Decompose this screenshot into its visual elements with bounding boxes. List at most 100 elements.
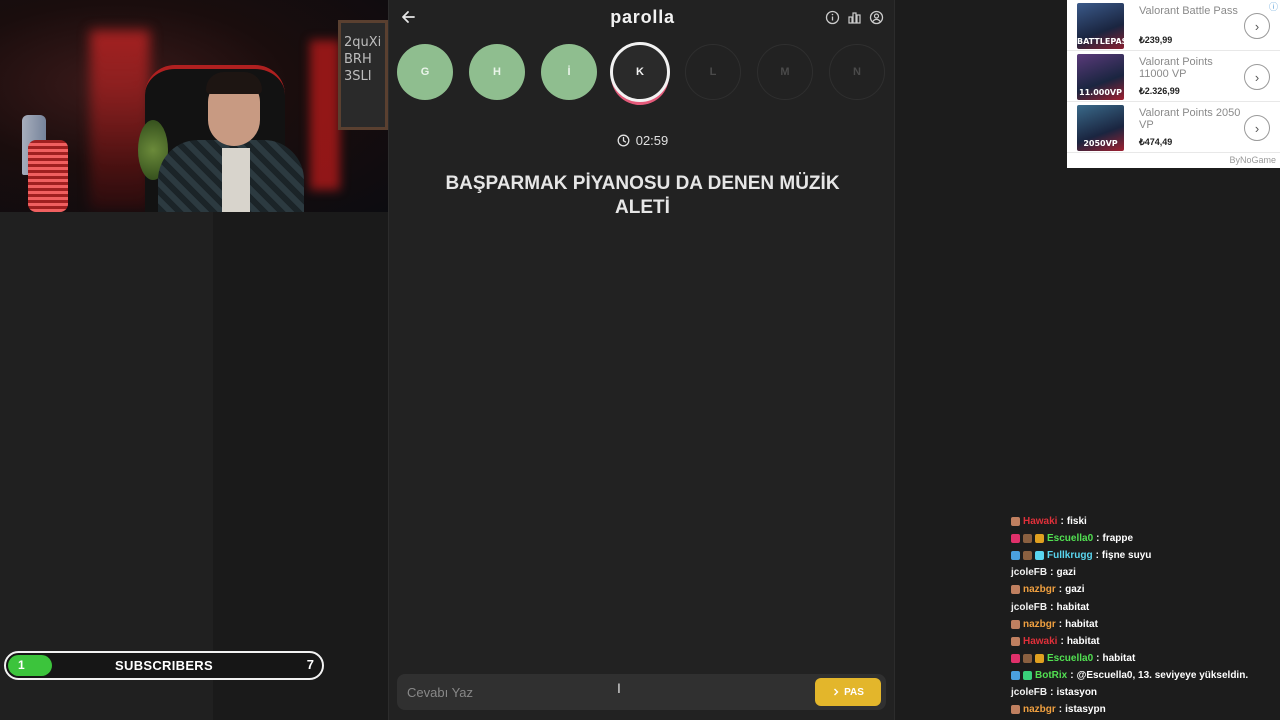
- chat-text: gazi: [1065, 584, 1085, 596]
- chat-text: frappe: [1102, 533, 1134, 545]
- chevron-right-icon[interactable]: ›: [1244, 115, 1270, 141]
- chat-separator: :: [1058, 584, 1063, 596]
- chevron-right-icon[interactable]: ›: [1244, 64, 1270, 90]
- chat-badge-icon: [1035, 551, 1044, 561]
- countdown-timer: 02:59: [389, 133, 896, 148]
- timer-value: 02:59: [635, 133, 669, 148]
- app-logo[interactable]: parolla: [389, 7, 896, 28]
- question-text: BAŞPARMAK PİYANOSU DA DENEN MÜZİK ALETİ: [445, 173, 840, 218]
- ad-thumbnail: 2050VP: [1077, 105, 1124, 151]
- chat-message: jcoleFB: istasyon: [1011, 684, 1280, 701]
- parolla-game-panel: parolla GHİKLMN 02:59 BAŞPARMAK PİYANOSU…: [388, 0, 895, 720]
- chat-badge-icon: [1011, 619, 1020, 629]
- header-actions: [825, 10, 884, 25]
- chat-badge-icon: [1011, 653, 1020, 663]
- chat-badge-icon: [1023, 534, 1032, 544]
- chat-message: nazbgr: habitat: [1011, 616, 1280, 633]
- clock-icon: [617, 134, 630, 147]
- chat-badge-icon: [1011, 585, 1020, 595]
- chat-separator: :: [1096, 652, 1100, 664]
- chat-separator: :: [1060, 635, 1064, 647]
- chat-separator: :: [1050, 567, 1054, 579]
- chat-badge-icon: [1035, 534, 1044, 544]
- chat-message: jcoleFB: gazi: [1011, 564, 1280, 581]
- ad-footer[interactable]: ByNoGame: [1229, 155, 1276, 165]
- ad-title: Valorant Points 2050 VP: [1139, 107, 1241, 131]
- letter-circle-3: K: [610, 42, 670, 102]
- chat-text: gazi: [1056, 567, 1076, 579]
- letter-circle-5: M: [757, 44, 813, 100]
- ad-thumbnail: BATTLEPASS: [1077, 3, 1124, 49]
- chat-username[interactable]: Escuella0: [1047, 653, 1093, 664]
- chat-username[interactable]: BotRix: [1035, 670, 1067, 681]
- chat-message: nazbgr: gazi: [1011, 581, 1280, 598]
- webcam-feed: 2quXi BRH 3SLI: [0, 0, 388, 212]
- ad-thumbnail-label: 11.000VP: [1079, 88, 1122, 97]
- chat-text: @Escuella0, 13. seviyeye yükseldin.: [1076, 669, 1249, 681]
- chat-text: habitat: [1056, 601, 1090, 613]
- chat-text: istasyon: [1056, 686, 1098, 698]
- chat-badge-icon: [1011, 636, 1020, 646]
- stream-screen: 2quXi BRH 3SLI 1 SUBSCRIBERS 7 parolla G…: [0, 0, 1280, 720]
- chat-separator: :: [1058, 618, 1063, 630]
- ad-title: Valorant Points 11000 VP: [1139, 56, 1213, 80]
- answer-input[interactable]: [397, 674, 807, 710]
- chat-overlay: Hawaki: fiski Escuella0: frappe Fullkrugg: fi…: [1011, 513, 1280, 718]
- chat-separator: :: [1060, 516, 1064, 528]
- ad-thumbnail-label: 2050VP: [1083, 139, 1118, 148]
- chat-badge-icon: [1023, 653, 1032, 663]
- chat-username[interactable]: Hawaki: [1023, 636, 1057, 647]
- streamer-shirt: [222, 148, 250, 212]
- answer-bar: PAS: [397, 674, 886, 710]
- chalkboard-text: 2quXi BRH 3SLI: [344, 35, 382, 84]
- chat-username[interactable]: Escuella0: [1047, 533, 1093, 544]
- chat-badge-icon: [1011, 551, 1020, 561]
- chat-text: fiski: [1066, 516, 1087, 528]
- info-icon[interactable]: [825, 10, 840, 25]
- ad-price: ₺239,99: [1139, 35, 1173, 45]
- chat-separator: :: [1095, 550, 1099, 562]
- chat-message: Fullkrugg: fişne suyu: [1011, 547, 1280, 564]
- chat-separator: :: [1050, 686, 1054, 698]
- chat-badge-icon: [1035, 653, 1044, 663]
- ad-thumbnail-label: BATTLEPASS: [1077, 37, 1124, 46]
- chat-username[interactable]: nazbgr: [1023, 584, 1056, 595]
- chat-text: habitat: [1102, 652, 1136, 664]
- profile-icon[interactable]: [869, 10, 884, 25]
- chat-username[interactable]: nazbgr: [1023, 619, 1056, 630]
- letter-circle-1: H: [469, 44, 525, 100]
- chevron-right-icon[interactable]: ›: [1244, 13, 1270, 39]
- chat-separator: :: [1050, 601, 1054, 613]
- pass-button[interactable]: PAS: [815, 678, 881, 706]
- ad-price: ₺2.326,99: [1139, 86, 1180, 96]
- chat-message: Escuella0: habitat: [1011, 650, 1280, 667]
- ad-item[interactable]: BATTLEPASS Valorant Battle Pass ₺239,99 ›: [1067, 0, 1280, 51]
- stats-icon[interactable]: [847, 10, 862, 25]
- chat-username[interactable]: jcoleFB: [1011, 602, 1047, 613]
- chat-username[interactable]: jcoleFB: [1011, 567, 1047, 578]
- chat-badge-icon: [1011, 517, 1020, 527]
- ad-price: ₺474,49: [1139, 137, 1173, 147]
- chat-text: habitat: [1066, 635, 1100, 647]
- chat-username[interactable]: jcoleFB: [1011, 687, 1047, 698]
- red-led-light: [310, 40, 340, 190]
- chat-separator: :: [1058, 704, 1063, 716]
- ad-item[interactable]: 11.000VP Valorant Points 11000 VP ₺2.326,9…: [1067, 51, 1280, 102]
- letter-circle-0: G: [397, 44, 453, 100]
- ad-thumbnail: 11.000VP: [1077, 54, 1124, 100]
- chat-username[interactable]: Fullkrugg: [1047, 550, 1093, 561]
- chat-message: Hawaki: fiski: [1011, 513, 1280, 530]
- chat-message: jcoleFB: habitat: [1011, 598, 1280, 615]
- chat-badge-icon: [1011, 534, 1020, 544]
- ad-item[interactable]: 2050VP Valorant Points 2050 VP ₺474,49 ›: [1067, 102, 1280, 153]
- game-header: parolla: [389, 0, 896, 34]
- chat-separator: :: [1070, 669, 1074, 681]
- chat-username[interactable]: nazbgr: [1023, 704, 1056, 715]
- chat-text: fişne suyu: [1101, 550, 1152, 562]
- lamp: [28, 140, 68, 212]
- subscriber-goal: 7: [306, 657, 314, 672]
- chat-separator: :: [1096, 533, 1100, 545]
- chat-username[interactable]: Hawaki: [1023, 516, 1057, 527]
- chat-badge-icon: [1023, 551, 1032, 561]
- streamer-hair: [206, 72, 262, 94]
